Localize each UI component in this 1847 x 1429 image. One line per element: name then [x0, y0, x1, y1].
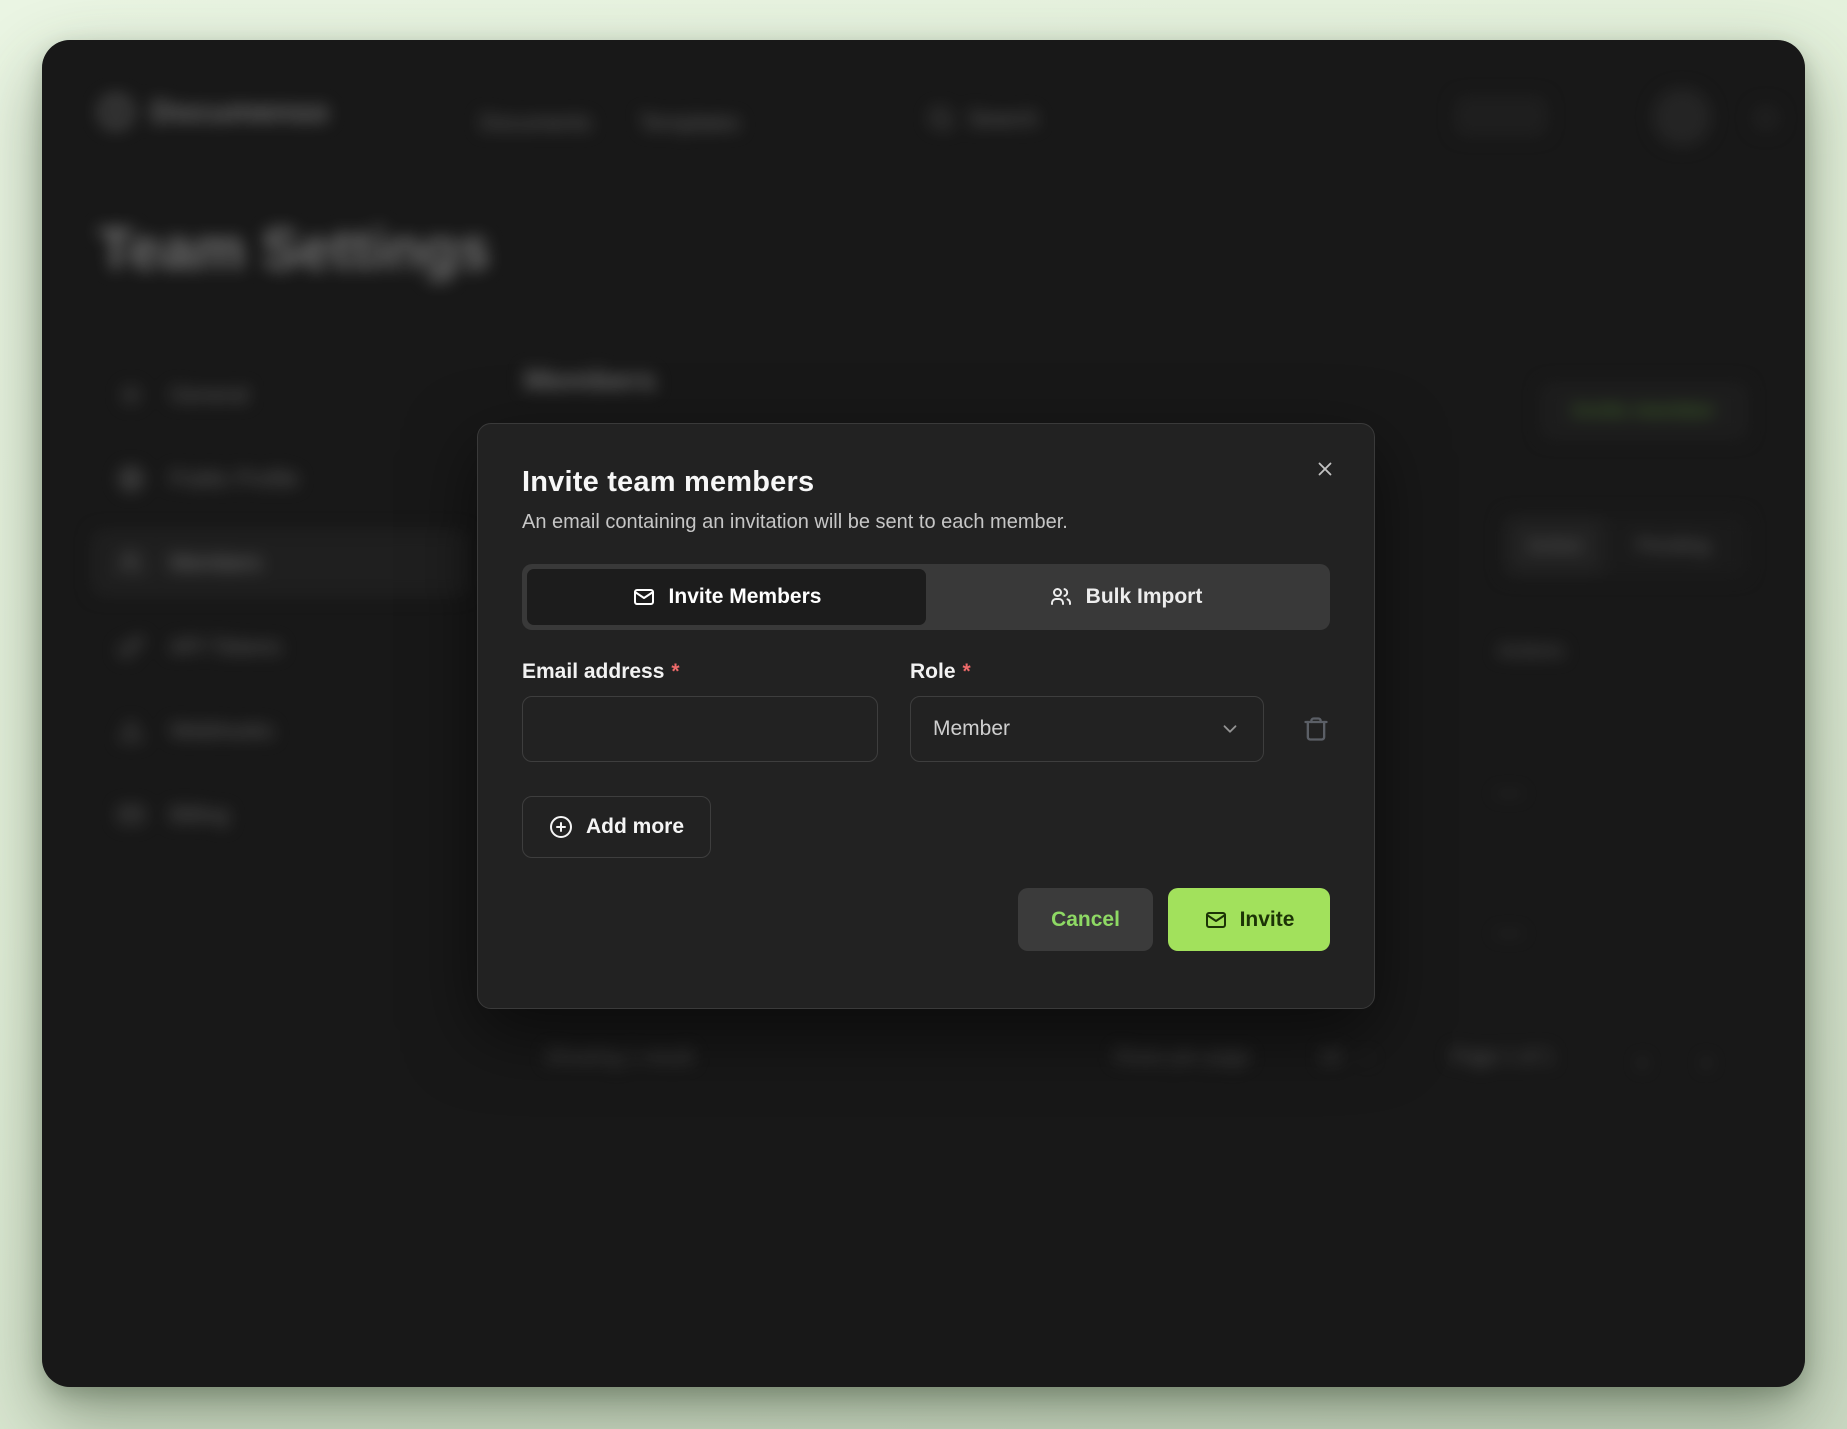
invite-team-members-modal: Invite team members An email containing … [477, 423, 1375, 1009]
modal-subtitle: An email containing an invitation will b… [522, 511, 1330, 534]
field-labels-row: Email address* Role* [522, 660, 1330, 684]
invite-row: Member [522, 696, 1330, 762]
trash-icon [1302, 715, 1330, 743]
chevron-down-icon [1219, 718, 1241, 740]
tab-bulk-import[interactable]: Bulk Import [926, 569, 1325, 625]
role-select[interactable]: Member [910, 696, 1264, 762]
modal-title: Invite team members [522, 466, 1330, 499]
email-address-label: Email address* [522, 660, 910, 684]
tab-label: Bulk Import [1086, 585, 1203, 609]
mail-icon [632, 585, 656, 609]
tab-invite-members[interactable]: Invite Members [527, 569, 926, 625]
close-icon[interactable] [1310, 454, 1340, 484]
modal-actions: Cancel Invite [522, 888, 1330, 951]
role-select-value: Member [933, 717, 1010, 741]
mail-icon [1204, 908, 1228, 932]
role-label: Role* [910, 660, 971, 684]
users-icon [1049, 585, 1073, 609]
plus-circle-icon [549, 815, 573, 839]
required-marker: * [963, 660, 971, 683]
email-field[interactable] [522, 696, 878, 762]
invite-button[interactable]: Invite [1168, 888, 1330, 951]
tab-label: Invite Members [669, 585, 822, 609]
cancel-button[interactable]: Cancel [1018, 888, 1153, 951]
remove-row-button[interactable] [1302, 715, 1330, 743]
add-more-label: Add more [586, 815, 684, 839]
invite-mode-tabs: Invite Members Bulk Import [522, 564, 1330, 630]
invite-button-label: Invite [1240, 908, 1295, 932]
required-marker: * [671, 660, 679, 683]
add-more-button[interactable]: Add more [522, 796, 711, 858]
